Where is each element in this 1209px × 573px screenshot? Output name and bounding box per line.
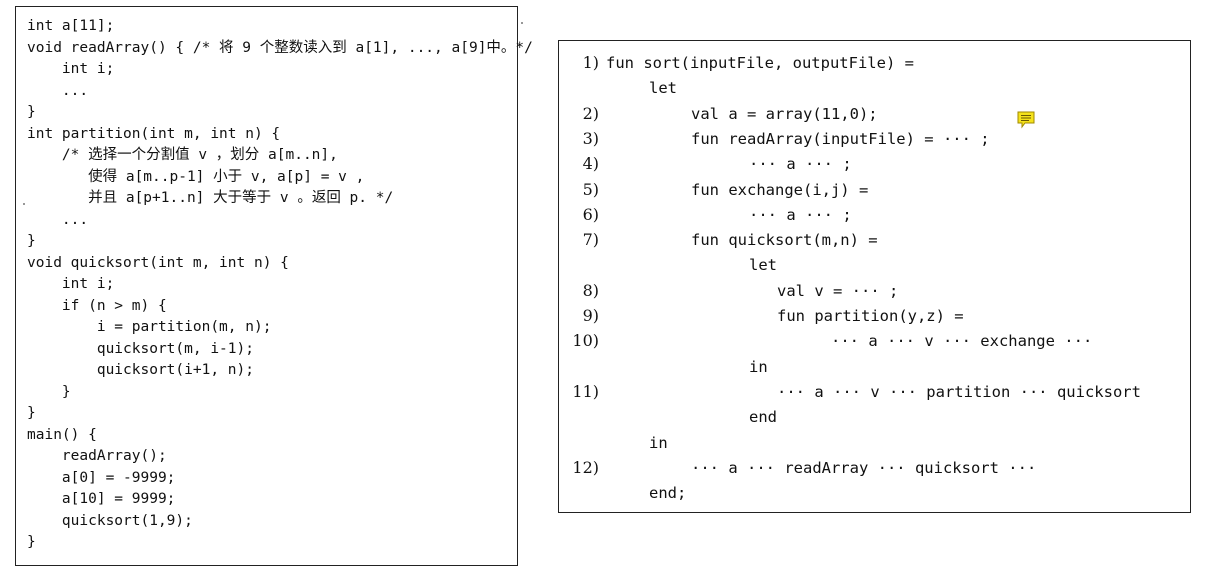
c-code-line: }: [27, 104, 36, 120]
line-number: 8): [582, 280, 599, 300]
c-code-line: 并且 a[p+1..n] 大于等于 v 。返回 p. */: [27, 190, 394, 206]
code-text: ··· a ··· readArray ··· quicksort ···: [691, 458, 1037, 477]
ml-code-panel: 1) fun sort(inputFile, outputFile) = let 2)…: [558, 40, 1191, 513]
c-code-panel: int a[11]; void readArray() { /* 将 9 个整数读…: [15, 6, 533, 566]
c-code-line: ...: [27, 211, 89, 228]
c-code-line: quicksort(i+1, n);: [27, 362, 254, 378]
line-number: 5): [582, 179, 599, 199]
code-text: fun readArray(inputFile) = ··· ;: [691, 129, 990, 148]
c-code-line: int a[11];: [27, 18, 115, 34]
ml-code-line: 8) val v = ··· ;: [559, 280, 1189, 302]
c-code-line: }: [27, 233, 36, 249]
code-text: ··· a ··· ;: [749, 205, 852, 224]
line-number: 7): [582, 230, 599, 250]
code-text: let: [649, 79, 677, 98]
scan-speck: [23, 203, 25, 205]
ml-code-line: 7) fun quicksort(m,n) =: [559, 229, 1189, 251]
ml-code-line: 11) ··· a ··· v ··· partition ··· quickso…: [559, 381, 1189, 403]
line-number: 3): [582, 128, 599, 148]
line-number: 11): [572, 381, 599, 401]
c-code-line: void quicksort(int m, int n) {: [27, 254, 289, 271]
ml-code-line: 4) ··· a ··· ;: [559, 153, 1189, 175]
code-text: in: [749, 357, 768, 376]
code-text: ··· a ··· ;: [749, 155, 852, 174]
c-code-line: }: [27, 405, 36, 421]
ml-code-line: 5) fun exchange(i,j) =: [559, 179, 1189, 201]
line-number: 6): [582, 204, 599, 224]
code-text: fun quicksort(m,n) =: [691, 231, 878, 250]
c-code-line: /* 选择一个分割值 v ，划分 a[m..n],: [27, 147, 338, 163]
c-code-line: i = partition(m, n);: [27, 319, 272, 335]
ml-code-line: let: [559, 77, 1189, 99]
code-text: end;: [649, 484, 687, 503]
ml-code-line: in: [559, 432, 1189, 454]
c-code-line: readArray();: [27, 448, 167, 464]
ml-code-line: 2) val a = array(11,0);: [559, 103, 1189, 125]
c-code-line: 使得 a[m..p-1] 小于 v, a[p] = v ,: [27, 168, 365, 185]
code-text: val a = array(11,0);: [691, 104, 878, 123]
ml-code-line: 3) fun readArray(inputFile) = ··· ;: [559, 128, 1189, 150]
ml-code-line: 12) ··· a ··· readArray ··· quicksort ···: [559, 457, 1189, 479]
code-text: ··· a ··· v ··· exchange ···: [831, 332, 1093, 351]
c-code-line: a[10] = 9999;: [27, 491, 176, 507]
c-code-line: void readArray() { /* 将 9 个整数读入到 a[1], .…: [27, 39, 533, 56]
line-number: 4): [582, 154, 599, 174]
code-text: fun partition(y,z) =: [777, 307, 964, 325]
code-text: end: [749, 408, 777, 427]
c-code-line: a[0] = -9999;: [27, 469, 176, 486]
c-code-line: if (n > m) {: [27, 297, 167, 314]
c-code-line: }: [27, 534, 36, 550]
c-code-line: quicksort(1,9);: [27, 512, 193, 529]
scan-speck: [521, 22, 523, 24]
line-number: 2): [582, 103, 599, 123]
ml-code-line: let: [559, 254, 1189, 276]
line-number: 10): [572, 331, 599, 351]
ml-code-line: end: [559, 406, 1189, 428]
ml-code-line: 6) ··· a ··· ;: [559, 204, 1189, 226]
code-text: val v = ··· ;: [777, 281, 899, 300]
c-code-line: }: [27, 383, 71, 400]
c-code-line: int i;: [27, 276, 115, 292]
c-code-line: ...: [27, 82, 89, 99]
code-text: ··· a ··· v ··· partition ··· quicksort: [777, 382, 1141, 401]
ml-code-line: 10) ··· a ··· v ··· exchange ···: [559, 330, 1189, 352]
c-code-line: int partition(int m, int n) {: [27, 125, 281, 142]
ml-code-line: 1) fun sort(inputFile, outputFile) =: [559, 52, 1189, 74]
code-text: fun sort(inputFile, outputFile) =: [606, 54, 914, 72]
c-code-line: quicksort(m, i-1);: [27, 340, 254, 357]
ml-code-line: end;: [559, 482, 1189, 504]
line-number: 12): [572, 457, 599, 477]
line-number: 1): [582, 53, 599, 72]
code-text: in: [649, 433, 668, 452]
ml-code-line: 9) fun partition(y,z) =: [559, 305, 1189, 327]
code-text: let: [749, 256, 777, 275]
c-code-line: int i;: [27, 61, 115, 77]
line-number: 9): [582, 306, 599, 325]
code-text: fun exchange(i,j) =: [691, 180, 869, 199]
c-code-line: main() {: [27, 426, 97, 443]
ml-code-line: in: [559, 356, 1189, 378]
